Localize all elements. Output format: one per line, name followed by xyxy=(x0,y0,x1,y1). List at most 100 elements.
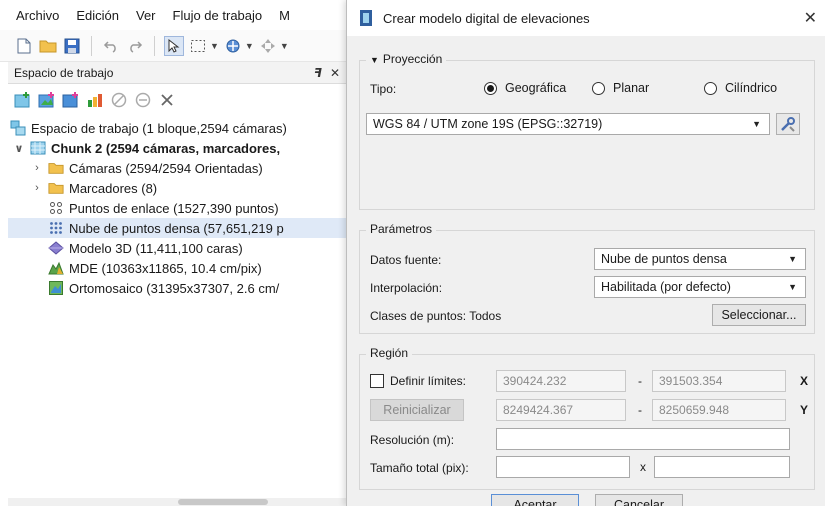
chevron-down-icon[interactable]: ▼ xyxy=(210,41,219,51)
chevron-down-icon[interactable]: ▼ xyxy=(280,41,289,51)
tree-item-tie-points[interactable]: Puntos de enlace (1527,390 puntos) xyxy=(8,198,348,218)
ok-button[interactable]: Aceptar xyxy=(491,494,579,506)
app-icon xyxy=(359,10,373,26)
disable-icon[interactable] xyxy=(110,91,128,109)
close-pane-icon[interactable]: ✕ xyxy=(330,66,340,80)
x-max-field[interactable]: 391503.354 xyxy=(652,370,786,392)
float-pane-icon[interactable]: ꟻ xyxy=(314,66,322,80)
resolution-input[interactable] xyxy=(496,428,790,450)
interpolation-select[interactable]: Habilitada (por defecto) ▼ xyxy=(594,276,806,298)
point-classes-value: Todos xyxy=(469,309,502,323)
point-classes-label-text: Clases de puntos: xyxy=(370,309,467,323)
y-max-field[interactable]: 8250659.948 xyxy=(652,399,786,421)
tree-item-dem[interactable]: MDE (10363x11865, 10.4 cm/pix) xyxy=(8,258,348,278)
add-photos-icon[interactable] xyxy=(38,91,56,109)
remove-icon[interactable] xyxy=(158,91,176,109)
y-axis-label: Y xyxy=(800,403,809,417)
radio-button[interactable] xyxy=(484,81,497,95)
cancel-button[interactable]: Cancelar xyxy=(595,494,683,506)
radio-button[interactable] xyxy=(704,81,717,95)
tree-item-markers[interactable]: › Marcadores (8) xyxy=(8,178,348,198)
size-times-label: x xyxy=(640,460,646,474)
menu-ver[interactable]: Ver xyxy=(136,8,156,23)
projection-group-header[interactable]: ▼ Proyección xyxy=(366,52,447,66)
size-y-input[interactable] xyxy=(654,456,790,478)
x-range-dash: - xyxy=(638,374,642,388)
menu-edicion[interactable]: Edición xyxy=(76,8,119,23)
workspace-icon xyxy=(10,120,26,136)
total-size-label: Tamaño total (pix): xyxy=(370,461,469,475)
parameters-group: Parámetros Datos fuente: Nube de puntos … xyxy=(359,222,815,334)
crs-value: WGS 84 / UTM zone 19S (EPSG::32719) xyxy=(373,117,603,131)
redo-icon[interactable] xyxy=(125,36,145,56)
undo-icon[interactable] xyxy=(101,36,121,56)
radio-cilindrico[interactable]: Cilíndrico xyxy=(704,81,777,95)
create-dem-dialog: Crear modelo digital de elevaciones ✕ ▼ P… xyxy=(346,0,825,506)
add-marker-icon[interactable] xyxy=(86,91,104,109)
tree-item-label: Modelo 3D (11,411,100 caras) xyxy=(69,240,243,256)
chevron-right-icon[interactable]: › xyxy=(30,182,44,194)
region-group-header: Región xyxy=(366,346,413,360)
chevron-down-icon: ▼ xyxy=(752,119,761,129)
tree-item-dense-cloud[interactable]: Nube de puntos densa (57,651,219 p xyxy=(8,218,348,238)
folder-icon xyxy=(48,160,64,176)
point-classes-label: Clases de puntos: Todos xyxy=(370,309,501,323)
crs-settings-icon[interactable] xyxy=(776,113,800,135)
tree-item-orthomosaic[interactable]: Ortomosaico (31395x37307, 2.6 cm/ xyxy=(8,278,348,298)
set-limits-label: Definir límites: xyxy=(390,374,467,388)
y-min-field[interactable]: 8249424.367 xyxy=(496,399,626,421)
horizontal-scrollbar[interactable] xyxy=(8,498,346,506)
chevron-down-icon[interactable]: ▼ xyxy=(245,41,254,51)
set-limits-checkbox[interactable]: Definir límites: xyxy=(370,374,466,388)
main-window: Archivo Edición Ver Flujo de trabajo M ▼ xyxy=(0,0,352,506)
y-range-dash: - xyxy=(638,403,642,417)
menu-m[interactable]: M xyxy=(279,8,290,23)
tree-item-chunk[interactable]: ∨ Chunk 2 (2594 cámaras, marcadores, xyxy=(8,138,348,158)
radio-geografica[interactable]: Geográfica xyxy=(484,81,566,95)
rectangle-selection-icon[interactable] xyxy=(188,36,208,56)
source-data-select[interactable]: Nube de puntos densa ▼ xyxy=(594,248,806,270)
tree-item-workspace[interactable]: Espacio de trabajo (1 bloque,2594 cámara… xyxy=(8,118,348,138)
radio-planar[interactable]: Planar xyxy=(592,81,649,95)
pointer-icon[interactable] xyxy=(164,35,184,56)
close-icon[interactable]: ✕ xyxy=(804,8,817,28)
dialog-title-bar: Crear modelo digital de elevaciones ✕ xyxy=(347,0,825,36)
menu-archivo[interactable]: Archivo xyxy=(16,8,59,23)
x-min-field[interactable]: 390424.232 xyxy=(496,370,626,392)
open-folder-icon[interactable] xyxy=(38,36,58,56)
size-x-input[interactable] xyxy=(496,456,630,478)
checkbox[interactable] xyxy=(370,374,384,388)
navigation-icon[interactable] xyxy=(223,36,243,56)
workspace-pane-title: Espacio de trabajo xyxy=(14,65,114,80)
interpolation-value: Habilitada (por defecto) xyxy=(601,280,731,294)
chevron-down-icon: ▼ xyxy=(788,282,797,292)
reset-button[interactable]: Reinicializar xyxy=(370,399,464,421)
radio-button[interactable] xyxy=(592,81,605,95)
tree-item-label: Chunk 2 (2594 cámaras, marcadores, xyxy=(51,140,281,156)
add-chunk-icon[interactable] xyxy=(14,91,32,109)
scrollbar-thumb[interactable] xyxy=(178,499,268,505)
menu-bar: Archivo Edición Ver Flujo de trabajo M xyxy=(0,0,352,30)
source-data-value: Nube de puntos densa xyxy=(601,252,727,266)
tree-item-label: Nube de puntos densa (57,651,219 p xyxy=(69,220,284,236)
tree-item-model[interactable]: Modelo 3D (11,411,100 caras) xyxy=(8,238,348,258)
new-file-icon[interactable] xyxy=(14,36,34,56)
save-icon[interactable] xyxy=(62,36,82,56)
select-classes-button[interactable]: Seleccionar... xyxy=(712,304,806,326)
type-label: Tipo: xyxy=(370,82,397,96)
tree-item-label: Marcadores (8) xyxy=(69,180,158,196)
dem-icon xyxy=(48,260,64,276)
add-folder-icon[interactable] xyxy=(62,91,80,109)
workspace-tree: Espacio de trabajo (1 bloque,2594 cámara… xyxy=(8,118,348,298)
radio-label: Geográfica xyxy=(505,81,567,95)
crs-select[interactable]: WGS 84 / UTM zone 19S (EPSG::32719) ▼ xyxy=(366,113,770,135)
menu-flujo-de-trabajo[interactable]: Flujo de trabajo xyxy=(173,8,263,23)
enable-icon[interactable] xyxy=(134,91,152,109)
x-axis-label: X xyxy=(800,374,809,388)
transform-icon[interactable] xyxy=(258,36,278,56)
toolbar-separator xyxy=(154,35,155,56)
tree-item-cameras[interactable]: › Cámaras (2594/2594 Orientadas) xyxy=(8,158,348,178)
model-icon xyxy=(48,240,64,256)
chevron-right-icon[interactable]: › xyxy=(30,162,44,174)
chevron-down-icon[interactable]: ∨ xyxy=(12,142,26,155)
